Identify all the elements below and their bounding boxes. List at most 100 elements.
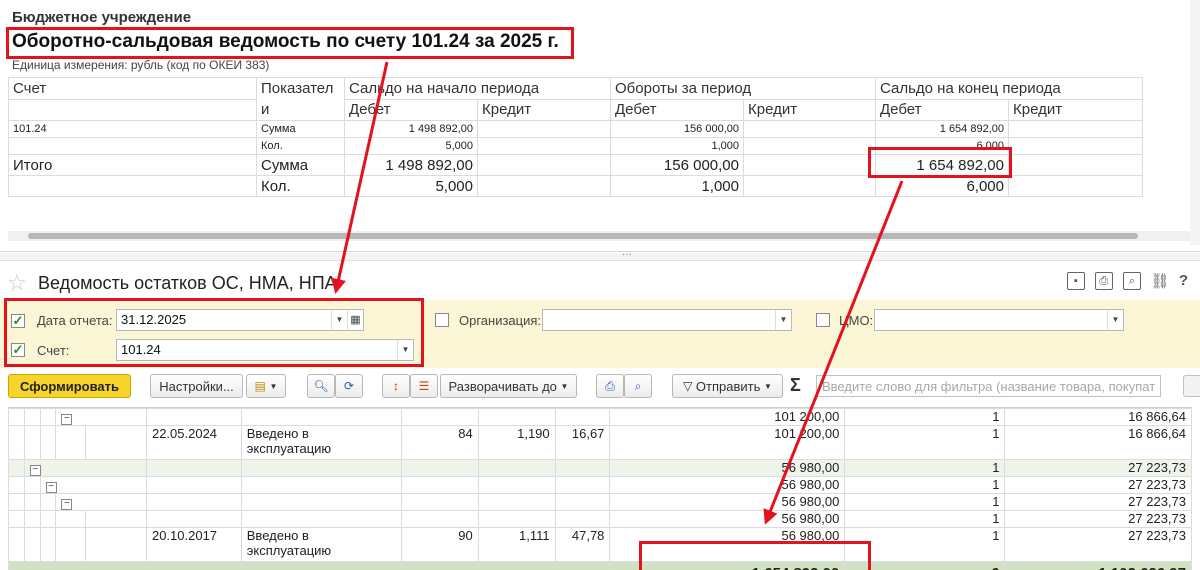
header-account: Счет (8, 77, 257, 100)
table-row[interactable]: − 56 980,00 1 27 223,73 (8, 493, 1192, 511)
osv-row[interactable]: 101.24 Сумма 1 498 892,00 156 000,00 1 6… (8, 120, 1143, 138)
date-checkbox[interactable]: ✓ (11, 314, 25, 328)
table-row[interactable]: − 56 980,00 1 27 223,73 (8, 459, 1192, 477)
account-dropdown-icon[interactable]: ▼ (397, 340, 413, 360)
cell-amount: 101 200,00 (609, 408, 846, 426)
turn-debit: 156 000,00 (610, 120, 744, 138)
settings-button[interactable]: Настройки... (150, 374, 243, 398)
sum-icon[interactable]: Σ (790, 375, 801, 396)
cell-count: 1 (844, 459, 1006, 477)
expand-to-button[interactable]: Разворачивать до ▼ (440, 374, 577, 398)
account-field[interactable]: 101.24 ▼ (116, 339, 414, 361)
total-row[interactable]: 1 654 892,00 6 1 102 626,97 (8, 561, 1192, 570)
row-account[interactable] (8, 137, 257, 155)
cell-rest: 27 223,73 (1004, 459, 1192, 477)
group-icon: ☰ (418, 379, 430, 393)
mol-dropdown-icon[interactable]: ▼ (1107, 310, 1123, 330)
mol-checkbox[interactable] (816, 313, 830, 327)
cell-doc: Введено в эксплуатацию (240, 527, 402, 562)
osv-report: Бюджетное учреждение Оборотно-сальдовая … (0, 0, 1200, 252)
header-close-credit: Кредит (1008, 98, 1143, 121)
report-title: Оборотно-сальдовая ведомость по счету 10… (12, 31, 559, 52)
filter-panel: ✓ Дата отчета: 31.12.2025 ▼ ▦ ✓ Счет: 10… (0, 300, 1200, 368)
date-label: Дата отчета: (37, 313, 113, 328)
cell-date (145, 476, 242, 494)
print-icon: ⎙ (605, 378, 615, 393)
mol-field[interactable]: ▼ (874, 309, 1124, 331)
org-checkbox[interactable] (435, 313, 449, 327)
header-open-credit: Кредит (477, 98, 611, 121)
group-button[interactable]: ☰ (410, 374, 438, 398)
row-account: Итого (8, 154, 257, 176)
cell-q3 (554, 493, 611, 511)
total-count: 6 (844, 561, 1006, 570)
table-row[interactable]: 22.05.2024 Введено в эксплуатацию 84 1,1… (8, 425, 1192, 460)
horizontal-scrollbar[interactable] (28, 233, 1138, 239)
header-indicator: Показател и (256, 77, 345, 121)
link-icon[interactable]: ⛓ (1150, 272, 1169, 290)
header-close-debit: Дебет (875, 98, 1009, 121)
cell-q1 (400, 408, 479, 426)
save-icon[interactable]: ▪ (1066, 272, 1085, 290)
print-icon[interactable]: ⎙ (1094, 272, 1113, 290)
collapse-icon[interactable]: − (61, 414, 73, 425)
turn-credit (743, 120, 876, 138)
cell-doc (240, 408, 402, 426)
header-turn-debit: Дебет (610, 98, 744, 121)
account-checkbox[interactable]: ✓ (11, 343, 25, 357)
cell-count: 1 (844, 425, 1006, 460)
table-row[interactable]: − 101 200,00 1 16 866,64 (8, 408, 1192, 426)
cancel-find-button[interactable]: ⟳ (335, 374, 363, 398)
cell-amount: 56 980,00 (609, 510, 846, 528)
cell-count: 1 (844, 510, 1006, 528)
panel-splitter[interactable]: ··· (0, 249, 1200, 261)
total-rest: 1 102 626,97 (1004, 561, 1192, 570)
table-row[interactable]: 56 980,00 1 27 223,73 (8, 510, 1192, 528)
org-field[interactable]: ▼ (542, 309, 792, 331)
generate-button[interactable]: Сформировать (8, 374, 131, 398)
row-account (8, 175, 257, 197)
header-opening: Сальдо на начало периода (344, 77, 611, 100)
table-row[interactable]: 20.10.2017 Введено в эксплуатацию 90 1,1… (8, 527, 1192, 562)
filter-search-input[interactable]: Введите слово для фильтра (название това… (816, 375, 1161, 397)
search-clear-button[interactable] (1183, 375, 1200, 397)
cell-rest: 27 223,73 (1004, 510, 1192, 528)
collapse-icon[interactable]: − (45, 482, 57, 493)
org-dropdown-icon[interactable]: ▼ (775, 310, 791, 330)
header-turnover: Обороты за период (610, 77, 876, 100)
favorite-star-icon[interactable]: ☆ (7, 270, 27, 296)
cell-date (145, 493, 242, 511)
cell-count: 1 (844, 493, 1006, 511)
help-icon[interactable]: ? (1179, 272, 1188, 290)
unit-note: Единица измерения: рубль (код по ОКЕИ 38… (12, 58, 270, 72)
preview-icon[interactable]: ⌕ (1122, 272, 1141, 290)
osv-row[interactable]: Кол. 5,000 1,000 6,000 (8, 137, 1143, 155)
send-button[interactable]: ▽ Отправить ▼ (672, 374, 783, 398)
send-label: Отправить (695, 378, 761, 394)
collapse-icon[interactable]: − (61, 499, 73, 510)
search-icon: 🔍︎ (313, 379, 329, 393)
preview-button[interactable]: ⌕ (624, 374, 652, 398)
turn-debit: 1,000 (610, 137, 744, 155)
cell-q1 (400, 510, 479, 528)
table-row[interactable]: − 56 980,00 1 27 223,73 (8, 476, 1192, 494)
open-debit: 1 498 892,00 (344, 154, 478, 176)
date-dropdown-icon[interactable]: ▼ (331, 310, 347, 330)
chevron-down-icon: ▼ (269, 381, 278, 391)
date-field[interactable]: 31.12.2025 ▼ ▦ (116, 309, 364, 331)
cell-count: 1 (844, 527, 1006, 562)
cell-date (145, 408, 242, 426)
collapse-icon[interactable]: − (29, 465, 41, 476)
cell-q3 (554, 459, 611, 477)
cell-date (145, 510, 242, 528)
variants-button[interactable]: ▤ ▼ (246, 374, 286, 398)
sort-button[interactable]: ↕ (382, 374, 410, 398)
row-account[interactable]: 101.24 (8, 120, 257, 138)
print-button[interactable]: ⎙ (596, 374, 624, 398)
find-button[interactable]: 🔍︎ (307, 374, 335, 398)
cell-q1 (400, 459, 479, 477)
cell-q3: 16,67 (554, 425, 611, 460)
calendar-icon[interactable]: ▦ (347, 310, 363, 330)
vertical-scrollbar[interactable] (1190, 0, 1200, 245)
cell-q1: 90 (400, 527, 479, 562)
